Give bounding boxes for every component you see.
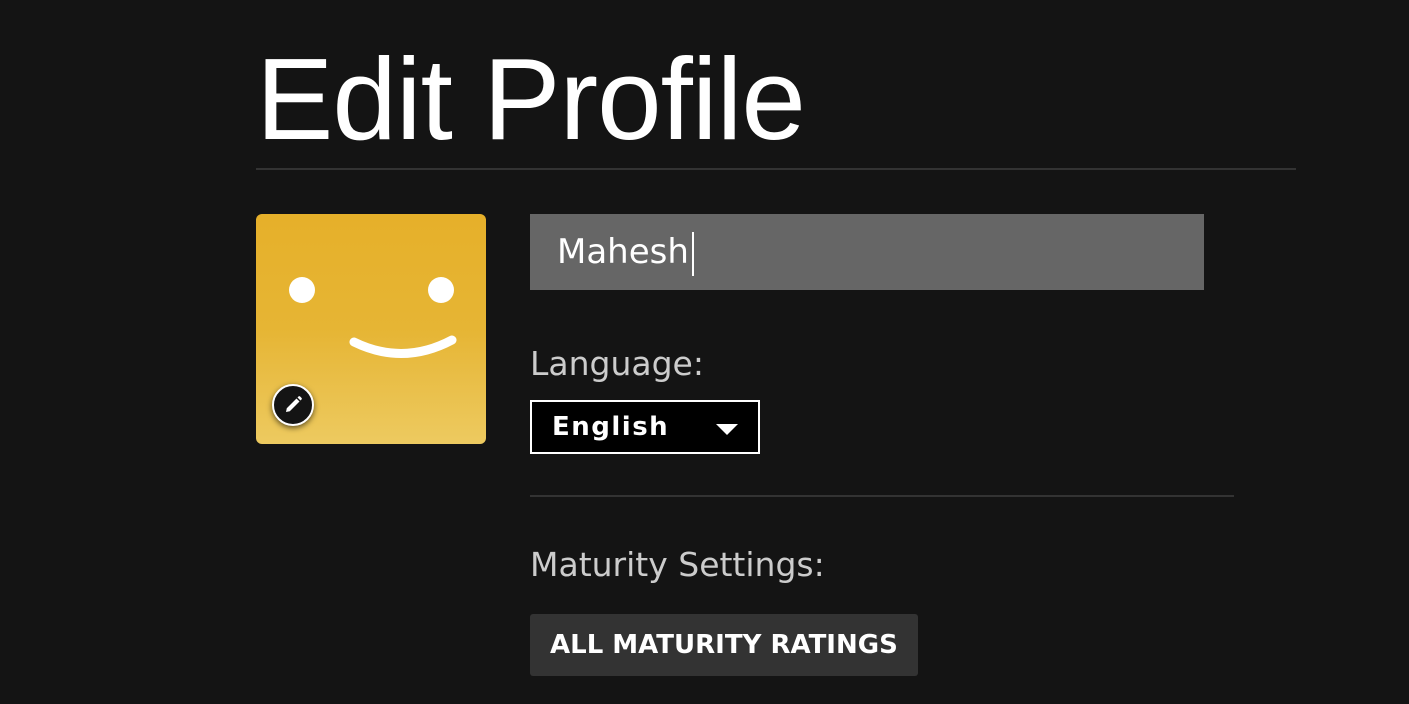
language-dropdown[interactable]: English bbox=[530, 400, 760, 454]
edit-avatar-button[interactable] bbox=[272, 384, 314, 426]
maturity-settings-label: Maturity Settings: bbox=[530, 545, 825, 584]
profile-name-field bbox=[530, 214, 1204, 290]
language-selected-value: English bbox=[552, 412, 670, 442]
section-divider bbox=[530, 495, 1234, 497]
page-title: Edit Profile bbox=[256, 34, 806, 164]
text-caret bbox=[692, 232, 694, 276]
profile-avatar[interactable] bbox=[256, 214, 486, 444]
profile-name-input[interactable] bbox=[530, 214, 1204, 290]
language-label: Language: bbox=[530, 344, 704, 383]
maturity-ratings-button[interactable]: ALL MATURITY RATINGS bbox=[530, 614, 918, 676]
title-divider bbox=[256, 168, 1296, 170]
edit-profile-page: Edit Profile Language: bbox=[0, 0, 1409, 704]
caret-down-icon bbox=[716, 424, 738, 435]
pencil-icon bbox=[286, 396, 302, 412]
